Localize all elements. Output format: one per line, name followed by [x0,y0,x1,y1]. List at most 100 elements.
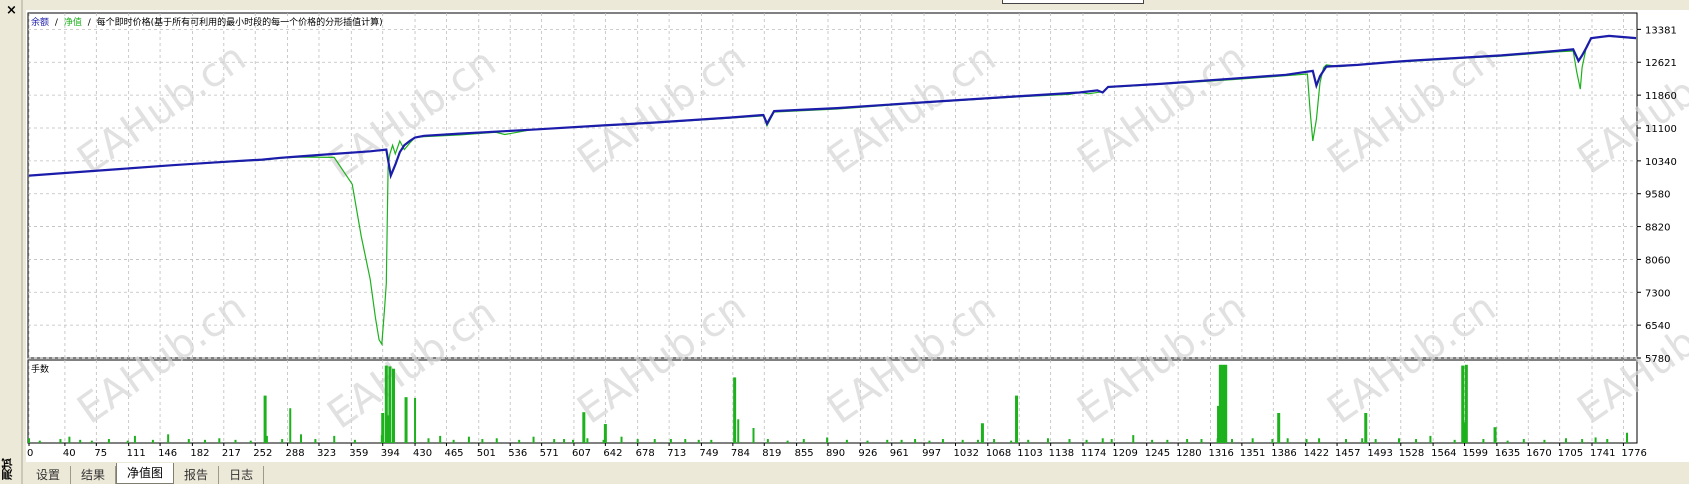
y-tick-label: 8820 [1645,223,1670,234]
lots-bar [976,439,979,443]
x-tick-label: 40 [63,448,76,459]
top-scrollbar[interactable] [1002,0,1144,4]
lots-bar-spike [1364,412,1368,443]
x-tick-label: 713 [667,448,686,459]
lots-bar [289,408,292,443]
x-tick-label: 1457 [1335,448,1360,459]
y-tick-label: 9580 [1645,190,1670,201]
lots-bar [1361,438,1364,443]
close-icon[interactable]: × [6,4,17,17]
equity-plot-area [27,12,1638,359]
y-tick-label: 5780 [1645,354,1670,365]
lots-bar [1415,439,1418,443]
lots-bar [518,439,521,443]
lots-bar [1482,439,1485,443]
lots-bar-spike [391,368,395,443]
x-tick-label: 1741 [1590,448,1615,459]
lots-bar-spike [582,412,586,443]
lots-bar-spike [733,377,737,443]
lots-bar [126,440,129,443]
x-tick-label: 749 [699,448,718,459]
lots-bar [752,427,755,443]
lots-bar [28,438,30,443]
lots-bar [281,439,284,443]
lots-bar-spike [1218,364,1222,443]
lots-bar [1200,439,1203,443]
legend-balance: 余额 [31,16,49,28]
lots-bar [107,439,110,443]
lots-bar [1626,432,1629,443]
lots-bar-spike [388,366,392,443]
x-tick-label: 890 [826,448,845,459]
tab-3[interactable]: 报告 [174,466,220,484]
x-tick-label: 784 [731,448,750,459]
lots-bar [452,439,455,443]
x-tick-label: 1351 [1240,448,1265,459]
x-tick-label: 75 [94,448,107,459]
legend-separator: / [55,18,59,28]
lots-bar [1594,437,1597,443]
lots-bar [993,439,996,443]
lots-bar [495,438,498,443]
x-tick-label: 1776 [1621,448,1646,459]
lots-bar [1318,438,1321,443]
lots-bar [766,439,769,443]
x-tick-label: 146 [158,448,177,459]
lots-bar [90,440,93,443]
lots-bar [941,439,944,443]
lots-bar [845,439,848,443]
x-tick-label: 1422 [1304,448,1329,459]
lots-bar [1085,439,1088,443]
tab-2[interactable]: 净值图 [116,463,175,484]
x-tick-label: 501 [477,448,496,459]
equity-chart: EAHub.cn EAHub.cn EAHub.cn EAHub.cn EAHub.cn… [0,0,1689,484]
x-tick-label: 1635 [1495,448,1520,459]
x-tick-label: 323 [317,448,336,459]
x-tick-label: 997 [922,448,941,459]
tab-0[interactable]: 设置 [26,466,72,484]
lots-bar-spike [404,397,408,443]
x-tick-label: 465 [444,448,463,459]
legend: 余额 / 净值 / 每个即时价格(基于所有可利用的最小时段的每一个价格的分形插值… [31,16,383,28]
tab-4[interactable]: 日志 [219,466,265,484]
x-tick-label: 961 [890,448,909,459]
lots-bar [249,440,252,443]
lots-bar [532,436,535,443]
x-tick-label: 359 [349,448,368,459]
x-tick-label: 1386 [1271,448,1296,459]
lots-bar [79,439,82,443]
lots-bar [1286,438,1289,443]
tab-1[interactable]: 结果 [71,466,117,484]
y-tick-label: 7300 [1645,288,1670,299]
lots-bar [1132,435,1135,443]
lots-bar-spike [1224,364,1228,443]
lots-bar [133,435,136,443]
x-tick-label: 1316 [1208,448,1233,459]
lots-bar [1186,439,1189,443]
y-tick-label: 11860 [1645,91,1677,102]
lots-bar [1453,439,1456,443]
x-tick-label: 1705 [1558,448,1583,459]
lots-bar [414,397,417,443]
lots-bar [961,439,964,443]
x-tick-label: 1032 [953,448,978,459]
lots-bar [38,440,41,443]
lots-bar [1068,439,1071,443]
y-tick-label: 12621 [1645,58,1677,69]
x-tick-label: 819 [762,448,781,459]
lots-bar-spike [1464,364,1468,443]
lots-bar [353,439,356,443]
x-tick-label: 536 [508,448,527,459]
x-tick-label: 1245 [1145,448,1170,459]
lots-bar [669,439,672,443]
x-tick-label: 1103 [1017,448,1042,459]
lots-title: 手数 [31,363,49,375]
lots-bar [1606,439,1609,443]
x-tick-label: 642 [603,448,622,459]
lots-bar [697,439,700,443]
x-tick-label: 217 [222,448,241,459]
lots-bar [1027,439,1030,443]
lots-bar [553,439,556,443]
x-tick-label: 1670 [1526,448,1551,459]
x-tick-label: 1280 [1176,448,1201,459]
